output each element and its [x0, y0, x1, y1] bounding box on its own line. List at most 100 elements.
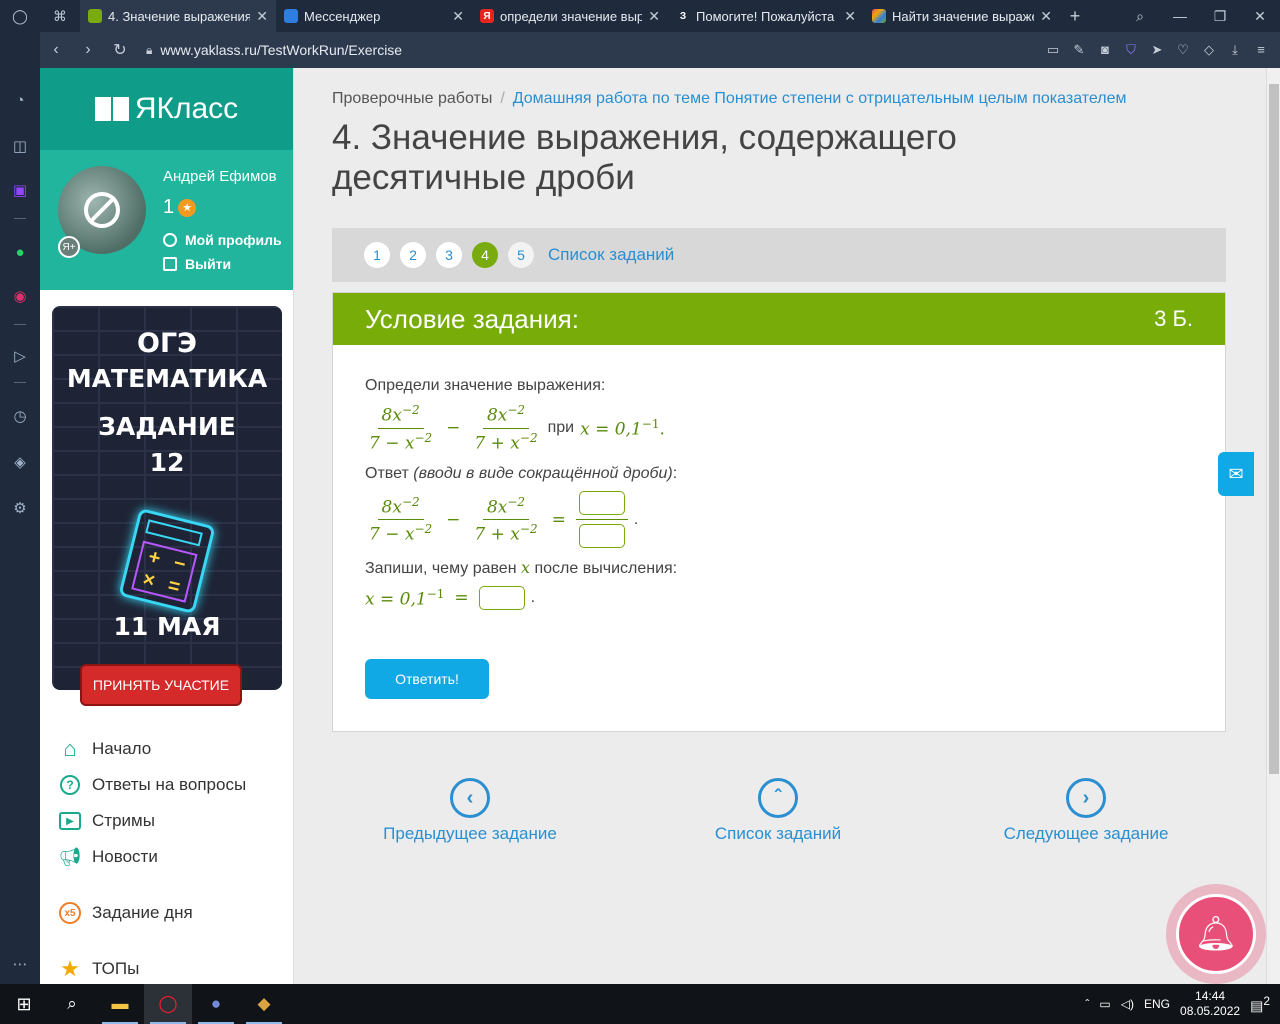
- second-prompt: Запиши, чему равен x после вычисления:: [365, 558, 678, 578]
- url-field[interactable]: 🔒︎ www.yaklass.ru/TestWorkRun/Exercise: [146, 42, 402, 58]
- nav-item-news[interactable]: 📢︎ Новости: [58, 839, 246, 875]
- x-value-expression: x = 0,1−1 = .: [365, 586, 536, 611]
- site-logo[interactable]: ЯКласс: [40, 68, 293, 150]
- promo-banner[interactable]: ОГЭ МАТЕМАТИКА ЗАДАНИЕ 12 + − × = 11 МАЯ: [52, 306, 282, 690]
- nav-item-home[interactable]: ⌂ Начало: [58, 731, 246, 767]
- chevron-up-icon[interactable]: ˆ: [1085, 997, 1089, 1011]
- task-number-5[interactable]: 5: [508, 242, 534, 268]
- close-tab-icon[interactable]: ✕: [648, 8, 660, 25]
- nav-item-answers[interactable]: ? Ответы на вопросы: [58, 767, 246, 803]
- edit-icon[interactable]: ✎: [1068, 42, 1090, 58]
- reader-icon[interactable]: ▭: [1042, 42, 1064, 58]
- x-value-input[interactable]: [478, 586, 525, 611]
- close-tab-icon[interactable]: ✕: [256, 8, 268, 25]
- opera-icon[interactable]: ◯: [144, 984, 192, 1024]
- task-card-header: Условие задания: 3 Б.: [333, 293, 1225, 345]
- opera-sidebar: ◔ ◫ ▣ ● ◉ ▷ ◷ ◈ ⚙ ⋯: [0, 32, 40, 984]
- history-icon[interactable]: ◷: [8, 404, 32, 428]
- whatsapp-icon[interactable]: ●: [8, 240, 32, 264]
- task-list-bottom-link[interactable]: ˆ Список заданий: [678, 778, 878, 844]
- nav-item-streams[interactable]: ▶ Стримы: [58, 803, 246, 839]
- user-name: Андрей Ефимов: [163, 168, 277, 185]
- opera-menu-icon[interactable]: ◯: [0, 0, 40, 32]
- camera-icon[interactable]: ◙: [1094, 42, 1116, 58]
- heart-icon[interactable]: ♡: [1172, 42, 1194, 58]
- bag-icon[interactable]: ◫: [8, 134, 32, 158]
- close-window-icon[interactable]: ✕: [1240, 8, 1280, 25]
- promo-join-button[interactable]: ПРИНЯТЬ УЧАСТИЕ: [80, 664, 242, 706]
- close-tab-icon[interactable]: ✕: [844, 8, 856, 25]
- breadcrumb-root[interactable]: Проверочные работы: [332, 90, 492, 107]
- star-badge-icon: ★: [178, 198, 197, 217]
- breadcrumb: Проверочные работы / Домашняя работа по те…: [332, 90, 1127, 107]
- messenger-icon: [284, 9, 298, 23]
- settings-icon[interactable]: ⚙: [8, 496, 32, 520]
- volume-icon[interactable]: ◁): [1121, 997, 1134, 1011]
- site-sidebar: ЯКласс Я+ Андрей Ефимов 1 ★ Мой профиль …: [40, 68, 294, 984]
- shield-icon[interactable]: ⛉: [1120, 42, 1142, 58]
- next-task-link[interactable]: › Следующее задание: [986, 778, 1186, 844]
- language-indicator[interactable]: ENG: [1144, 997, 1170, 1011]
- tab-title: Помогите! Пожалуйста Оп: [696, 8, 838, 24]
- submit-answer-button[interactable]: Ответить!: [365, 659, 489, 699]
- minimize-icon[interactable]: —: [1160, 8, 1200, 24]
- breadcrumb-link[interactable]: Домашняя работа по теме Понятие степени …: [513, 90, 1127, 107]
- reload-icon[interactable]: ↻: [104, 40, 136, 60]
- gamepad-icon[interactable]: ⌘: [40, 0, 80, 32]
- speed-dial-icon[interactable]: ◔: [8, 88, 32, 112]
- clock[interactable]: 14:44 08.05.2022: [1180, 989, 1240, 1019]
- search-tabs-icon[interactable]: ⌕: [1120, 8, 1160, 25]
- windows-taskbar: ⊞ ⌕ ▬ ◯ ● ◆ ˆ ▭ ◁) ENG 14:44 08.05.2022 …: [0, 984, 1280, 1024]
- profile-link[interactable]: Мой профиль: [163, 232, 282, 248]
- notifications-icon[interactable]: ▤2: [1250, 994, 1270, 1015]
- forward-icon[interactable]: ›: [72, 41, 104, 59]
- menu-icon[interactable]: ≡: [1250, 42, 1272, 58]
- twitch-icon[interactable]: ▣: [8, 178, 32, 202]
- search-icon[interactable]: ⌕: [48, 984, 96, 1024]
- feedback-mail-icon[interactable]: ✉: [1218, 452, 1254, 496]
- task-number-4[interactable]: 4: [472, 242, 498, 268]
- windows-start-icon[interactable]: ⊞: [0, 984, 48, 1024]
- ya-plus-badge[interactable]: Я+: [58, 236, 80, 258]
- browser-tab[interactable]: Мессенджер ✕: [276, 0, 472, 32]
- file-explorer-icon[interactable]: ▬: [96, 984, 144, 1024]
- discord-icon[interactable]: ●: [192, 984, 240, 1024]
- game-icon[interactable]: ◆: [240, 984, 288, 1024]
- task-number-1[interactable]: 1: [364, 242, 390, 268]
- denominator-input[interactable]: [578, 524, 625, 549]
- promo-line: 12: [149, 448, 185, 477]
- task-list-link[interactable]: Список заданий: [548, 245, 674, 265]
- task-number-3[interactable]: 3: [436, 242, 462, 268]
- browser-tab[interactable]: 4. Значение выражения, с ✕: [80, 0, 276, 32]
- browser-tab[interactable]: Я определи значение выра ✕: [472, 0, 668, 32]
- close-tab-icon[interactable]: ✕: [452, 8, 464, 25]
- x5-icon: x5: [58, 902, 82, 924]
- download-icon[interactable]: ⤓: [1224, 42, 1246, 58]
- more-icon[interactable]: ⋯: [8, 952, 32, 976]
- page-scrollbar[interactable]: [1266, 68, 1280, 984]
- multicolor-icon: [872, 9, 886, 23]
- browser-tab[interactable]: Найти значение выражен ✕: [864, 0, 1060, 32]
- nav-item-daily-task[interactable]: x5 Задание дня: [58, 895, 246, 931]
- prev-task-link[interactable]: ‹ Предыдущее задание: [370, 778, 570, 844]
- numerator-input[interactable]: [578, 491, 625, 516]
- network-icon[interactable]: ▭: [1099, 997, 1110, 1011]
- send-icon[interactable]: ➤: [1146, 42, 1168, 58]
- task-card: Условие задания: 3 Б. Определи значение …: [332, 292, 1226, 732]
- tab-title: Найти значение выражен: [892, 8, 1035, 24]
- back-icon[interactable]: ‹: [40, 41, 72, 59]
- restore-icon[interactable]: ❐: [1200, 8, 1240, 25]
- chevron-up-icon: ˆ: [758, 778, 798, 818]
- task-number-2[interactable]: 2: [400, 242, 426, 268]
- logout-link[interactable]: Выйти: [163, 256, 231, 272]
- close-tab-icon[interactable]: ✕: [1040, 8, 1052, 25]
- notification-bell[interactable]: 🔔︎: [1166, 884, 1266, 984]
- scrollbar-thumb[interactable]: [1269, 84, 1279, 774]
- browser-tab[interactable]: З Помогите! Пожалуйста Оп ✕: [668, 0, 864, 32]
- extensions-icon[interactable]: ◈: [8, 450, 32, 474]
- instagram-icon[interactable]: ◉: [8, 284, 32, 308]
- new-tab-icon[interactable]: +: [1060, 6, 1090, 27]
- player-icon[interactable]: ▷: [8, 344, 32, 368]
- nav-item-tops[interactable]: ★ ТОПы: [58, 951, 246, 984]
- cube-icon[interactable]: ◇: [1198, 42, 1220, 58]
